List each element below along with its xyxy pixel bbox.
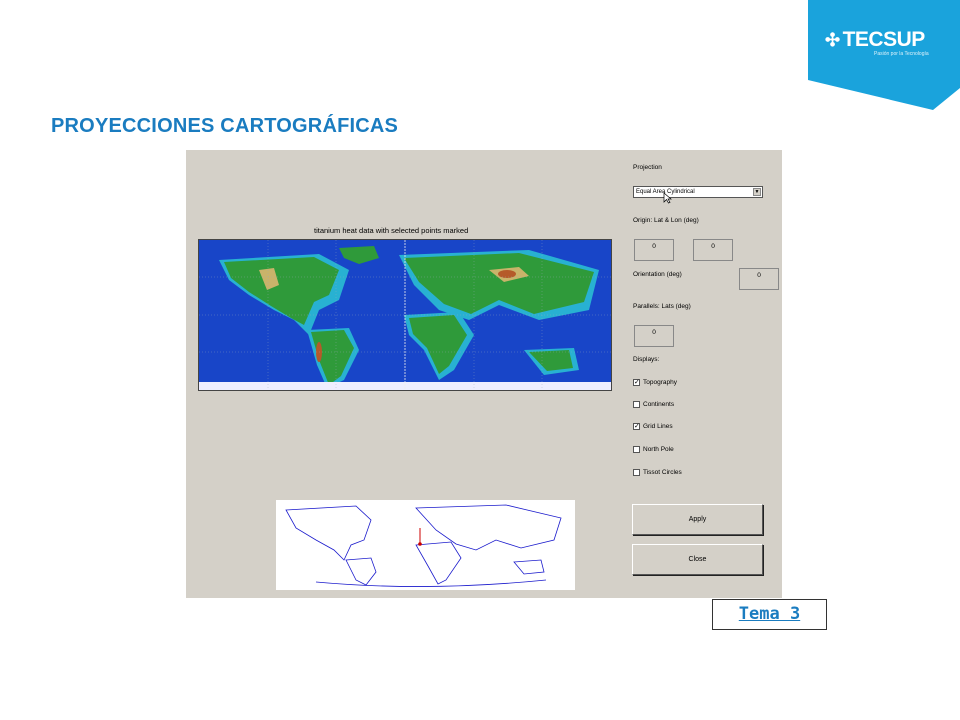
tema-link[interactable]: Tema 3: [712, 599, 827, 630]
logo-mark-icon: ✣: [825, 29, 840, 50]
continent-outline-image: [285, 504, 562, 587]
topography-checkbox-label: Topography: [643, 379, 677, 386]
logo-tagline: Pasión por la Tecnología: [874, 51, 929, 57]
continents-checkbox[interactable]: [633, 401, 640, 408]
origin-lat-input[interactable]: 0: [634, 239, 674, 261]
topography-map[interactable]: [198, 239, 612, 391]
orientation-input[interactable]: 0: [739, 268, 779, 290]
displays-label: Displays:: [633, 356, 660, 363]
tecsup-logo: ✣ TECSUP: [825, 28, 925, 52]
close-button[interactable]: Close: [632, 544, 763, 575]
orientation-label: Orientation (deg): [633, 271, 682, 278]
plot-title: titanium heat data with selected points …: [314, 226, 469, 235]
parallels-label: Parallels: Lats (deg): [633, 303, 691, 310]
tissot-circles-checkbox-label: Tissot Circles: [643, 469, 682, 476]
selected-point-marker: [418, 528, 422, 546]
projection-select[interactable]: Equal Area Cylindrical ▼: [633, 186, 763, 198]
grid-lines-checkbox[interactable]: ✓: [633, 423, 640, 430]
tissot-circles-checkbox[interactable]: [633, 469, 640, 476]
mouse-cursor-icon: [663, 192, 672, 204]
page-title: PROYECCIONES CARTOGRÁFICAS: [51, 115, 399, 137]
projection-label: Projection: [633, 164, 662, 171]
apply-button[interactable]: Apply: [632, 504, 763, 535]
grid-lines-checkbox-label: Grid Lines: [643, 423, 673, 430]
logo-brand: TECSUP: [842, 28, 926, 51]
parallels-input[interactable]: 0: [634, 325, 674, 347]
topography-checkbox[interactable]: ✓: [633, 379, 640, 386]
world-topography-image: [199, 240, 611, 390]
north-pole-checkbox[interactable]: [633, 446, 640, 453]
origin-lon-input[interactable]: 0: [693, 239, 733, 261]
map-projection-window: titanium heat data with selected points …: [186, 150, 782, 598]
north-pole-checkbox-label: North Pole: [643, 446, 674, 453]
origin-label: Origin: Lat & Lon (deg): [633, 217, 699, 224]
continents-checkbox-label: Continents: [643, 401, 675, 408]
chevron-down-icon[interactable]: ▼: [753, 188, 761, 196]
point-selection-map[interactable]: [276, 500, 575, 590]
